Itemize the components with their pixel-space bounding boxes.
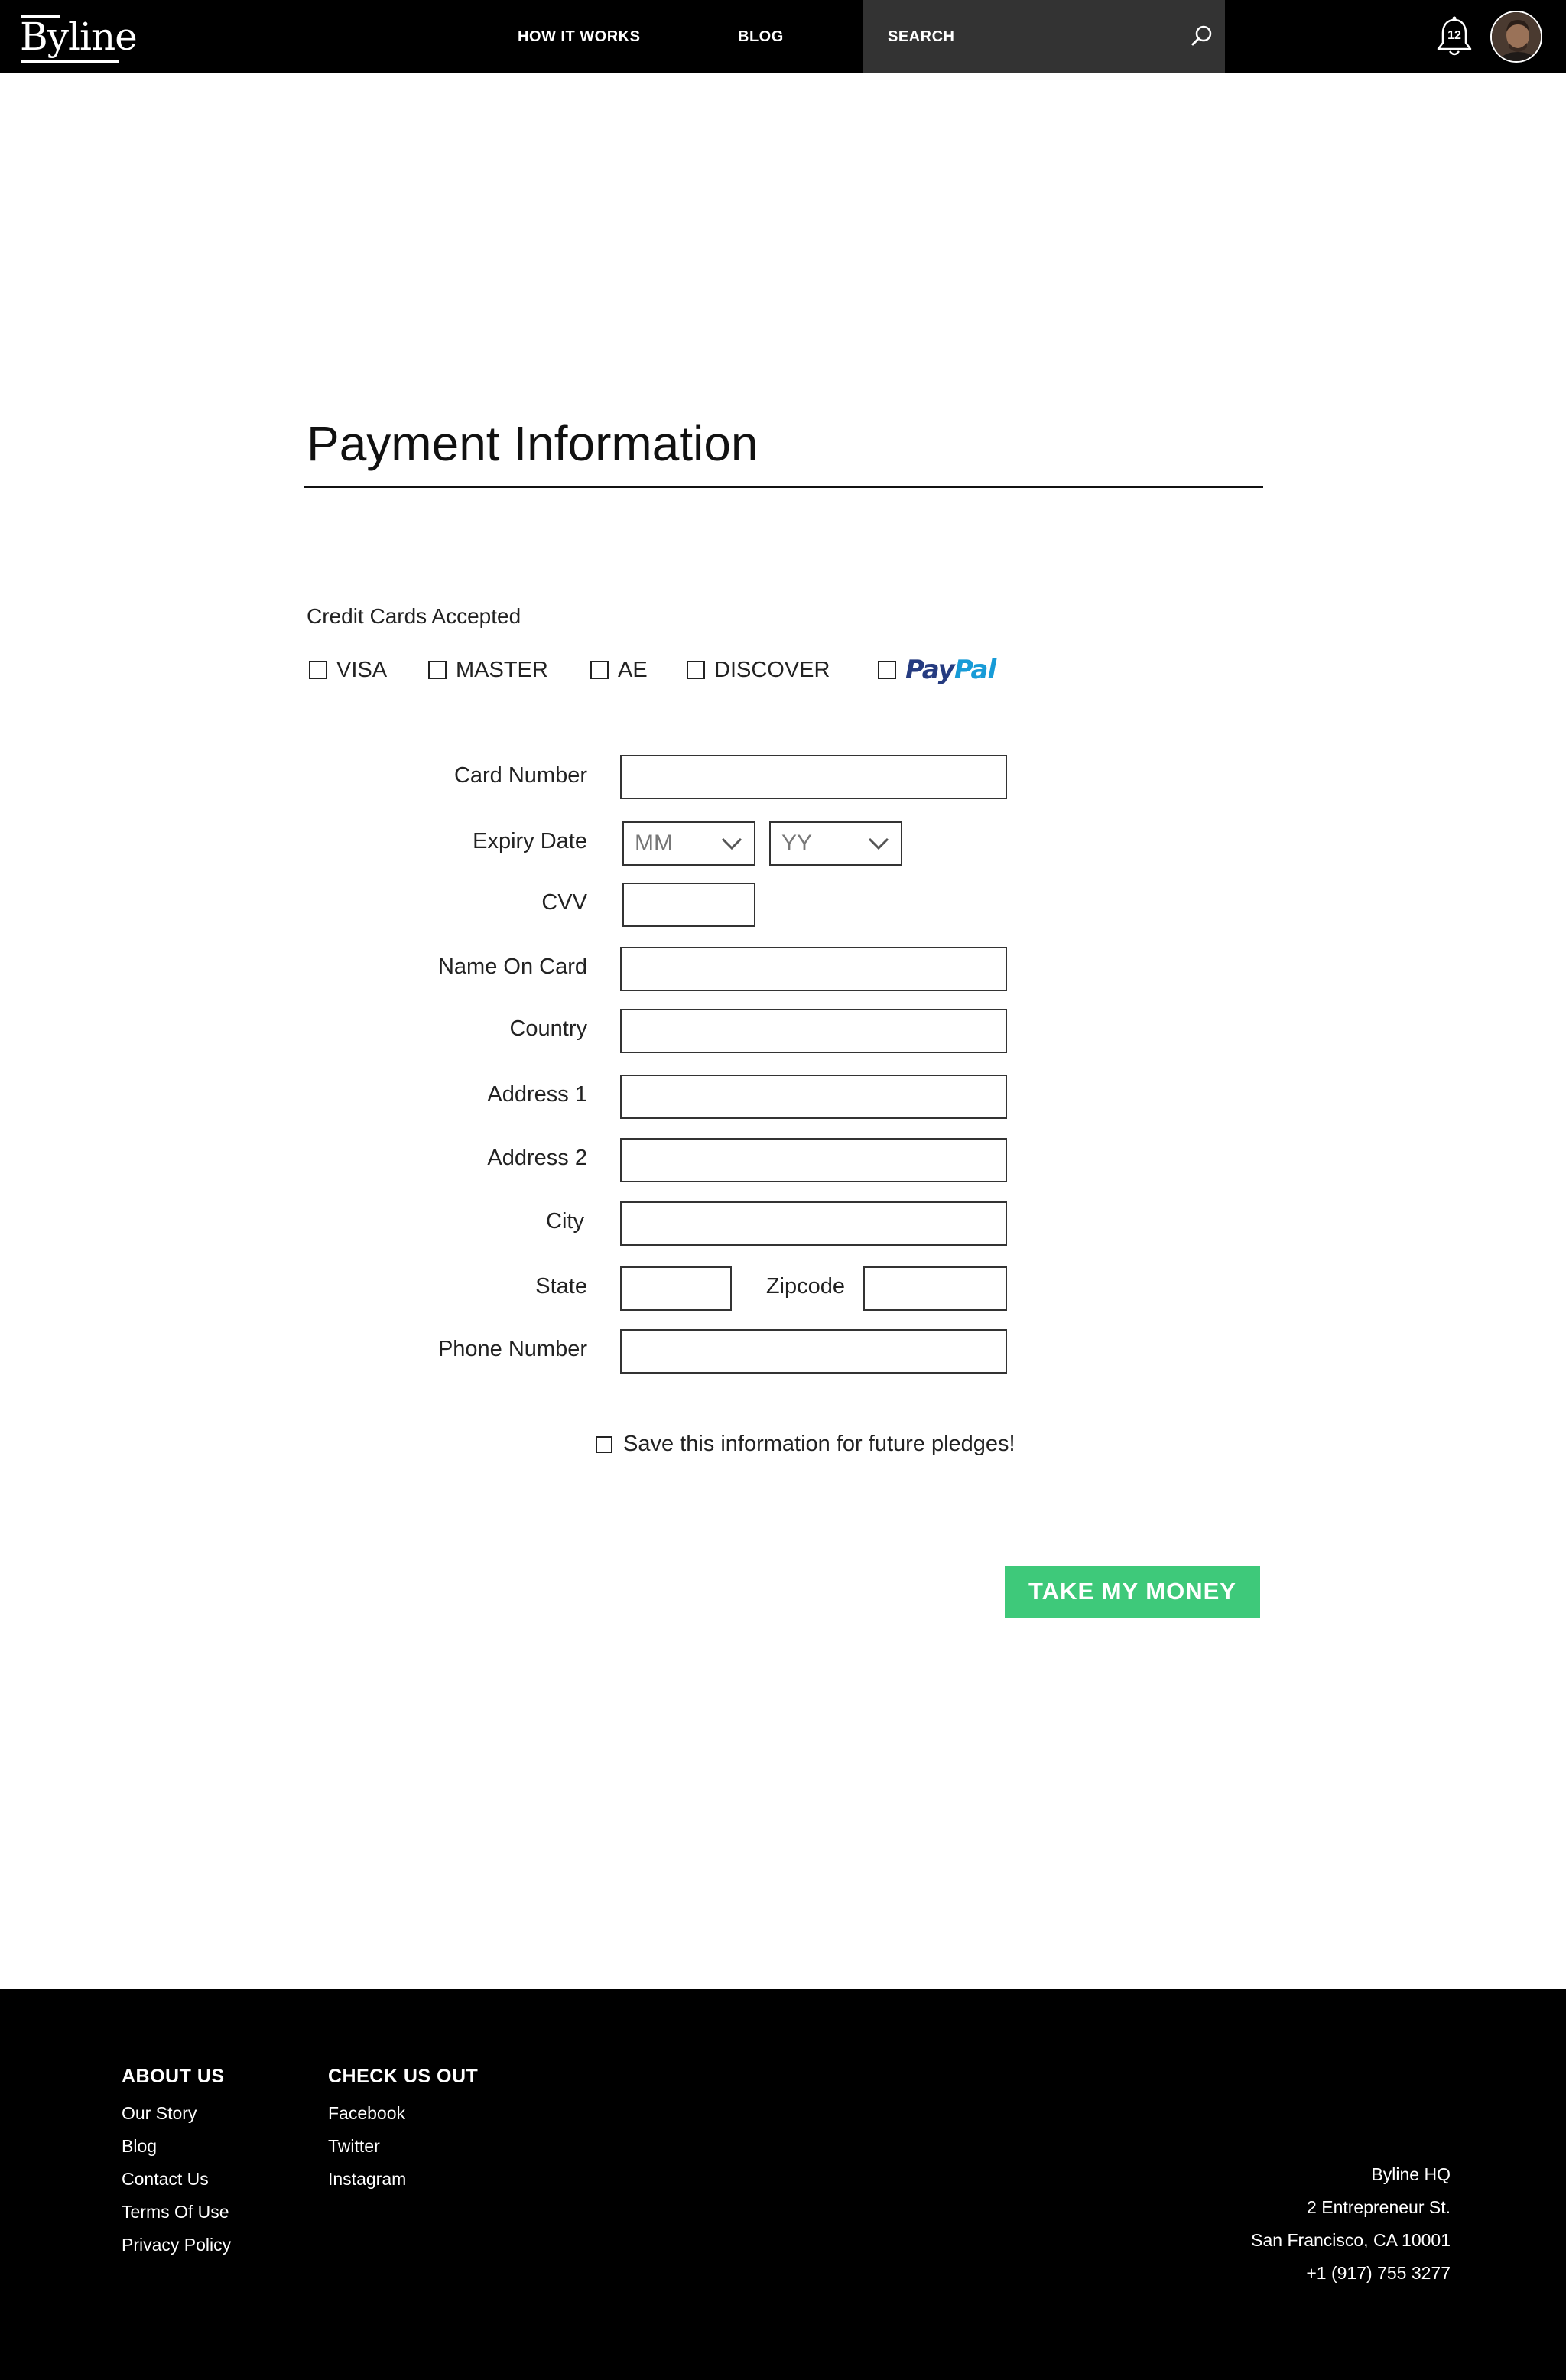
footer-link-our-story[interactable]: Our Story: [122, 2097, 231, 2130]
expiry-year-select[interactable]: YY: [769, 821, 902, 866]
save-info-label: Save this information for future pledges…: [623, 1432, 1015, 1456]
logo-underline: [21, 60, 119, 63]
take-my-money-button[interactable]: TAKE MY MONEY: [1005, 1566, 1260, 1618]
zipcode-label: Zipcode: [765, 1274, 845, 1299]
name-on-card-input[interactable]: [620, 947, 1007, 991]
card-number-input[interactable]: [620, 755, 1007, 799]
country-input[interactable]: [620, 1009, 1007, 1053]
credit-cards-accepted-label: Credit Cards Accepted: [307, 604, 521, 628]
paypal-checkbox[interactable]: [878, 661, 896, 679]
city-label: City: [546, 1209, 584, 1234]
hq-name: Byline HQ: [1371, 2164, 1451, 2184]
footer-link-instagram[interactable]: Instagram: [328, 2163, 478, 2196]
address1-input[interactable]: [620, 1075, 1007, 1119]
paypal-logo-pal: Pal: [954, 655, 996, 685]
paypal-logo: PayPal: [905, 655, 996, 685]
address1-label: Address 1: [487, 1082, 587, 1107]
hq-phone: +1 (917) 755 3277: [1306, 2263, 1451, 2283]
logo-top-bar: [21, 15, 60, 18]
country-label: Country: [509, 1016, 587, 1041]
city-input[interactable]: [620, 1201, 1007, 1246]
card-option-paypal[interactable]: PayPal: [878, 655, 996, 685]
footer-link-privacy-policy[interactable]: Privacy Policy: [122, 2229, 231, 2261]
visa-checkbox[interactable]: [309, 661, 327, 679]
cvv-label: CVV: [541, 890, 587, 915]
footer-link-twitter[interactable]: Twitter: [328, 2130, 478, 2163]
card-option-ae[interactable]: AE: [590, 656, 648, 684]
notification-count-badge: 12: [1447, 29, 1461, 42]
address2-input[interactable]: [620, 1138, 1007, 1182]
card-option-visa[interactable]: VISA: [309, 656, 387, 684]
expiry-month-value: MM: [635, 831, 673, 856]
card-option-master[interactable]: MASTER: [428, 656, 548, 684]
paypal-logo-pay: Pay: [905, 655, 955, 685]
nav-blog[interactable]: BLOG: [738, 0, 784, 73]
address2-label: Address 2: [487, 1146, 587, 1170]
expiry-date-label: Expiry Date: [473, 829, 587, 853]
footer-link-blog[interactable]: Blog: [122, 2130, 231, 2163]
logo-text: Byline: [20, 15, 138, 59]
phone-number-input[interactable]: [620, 1329, 1007, 1374]
visa-label: VISA: [336, 657, 388, 682]
footer-about-column: ABOUT US Our Story Blog Contact Us Terms…: [122, 2066, 231, 2261]
zipcode-input[interactable]: [863, 1266, 1007, 1311]
master-label: MASTER: [456, 657, 548, 682]
expiry-month-select[interactable]: MM: [622, 821, 755, 866]
search-bar: [863, 0, 1225, 73]
cvv-input[interactable]: [622, 883, 755, 927]
title-divider: [304, 486, 1263, 488]
expiry-year-value: YY: [781, 831, 813, 856]
nav-how-it-works[interactable]: HOW IT WORKS: [518, 0, 640, 73]
name-on-card-label: Name On Card: [437, 954, 587, 979]
search-icon[interactable]: [1187, 21, 1217, 52]
discover-checkbox[interactable]: [687, 661, 705, 679]
footer-about-heading: ABOUT US: [122, 2066, 225, 2087]
card-option-discover[interactable]: DISCOVER: [687, 656, 830, 684]
ae-checkbox[interactable]: [590, 661, 609, 679]
footer-check-heading: CHECK US OUT: [328, 2066, 479, 2087]
footer-link-terms-of-use[interactable]: Terms Of Use: [122, 2196, 231, 2229]
search-input[interactable]: [888, 21, 1178, 52]
footer-check-us-out-column: CHECK US OUT Facebook Twitter Instagram: [328, 2066, 478, 2196]
user-avatar[interactable]: [1490, 11, 1542, 63]
top-nav-bar: Byline HOW IT WORKS BLOG 12: [0, 0, 1566, 73]
footer-link-facebook[interactable]: Facebook: [328, 2097, 478, 2130]
byline-logo[interactable]: Byline: [20, 6, 138, 67]
page-title: Payment Information: [307, 416, 759, 471]
notifications-bell-icon[interactable]: 12: [1433, 15, 1476, 60]
footer: ABOUT US Our Story Blog Contact Us Terms…: [0, 1989, 1566, 2380]
card-number-label: Card Number: [453, 763, 587, 788]
chevron-down-icon: [721, 837, 742, 850]
footer-link-contact-us[interactable]: Contact Us: [122, 2163, 231, 2196]
save-info-checkbox[interactable]: [596, 1435, 612, 1453]
chevron-down-icon: [868, 837, 889, 850]
hq-city: San Francisco, CA 10001: [1251, 2230, 1451, 2250]
ae-label: AE: [618, 657, 648, 682]
hq-street: 2 Entrepreneur St.: [1307, 2197, 1451, 2217]
phone-number-label: Phone Number: [437, 1337, 587, 1361]
save-info-option[interactable]: Save this information for future pledges…: [596, 1432, 1015, 1457]
footer-hq-address: Byline HQ 2 Entrepreneur St. San Francis…: [1251, 2158, 1451, 2290]
discover-label: DISCOVER: [714, 657, 830, 682]
master-checkbox[interactable]: [428, 661, 447, 679]
